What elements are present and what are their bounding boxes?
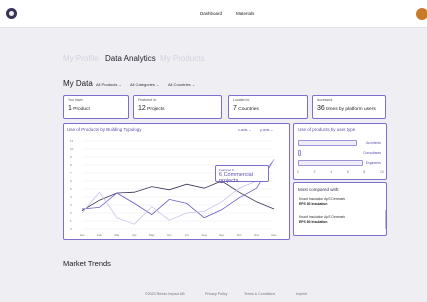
y-tick-label: 9 [70,155,72,159]
user-type-x-tick: 6 [346,170,349,174]
y-tick-label: 11 [70,139,73,143]
user-type-label: Engineers [365,161,381,165]
user-type-x-tick: 0 [297,170,299,174]
x-tick-label: Sep [219,233,225,237]
compared-item[interactable]: Knauf Insulation ApS Denmark EPS 80 Insu… [299,215,345,224]
user-type-bar [298,160,364,166]
user-type-label: Architects [366,141,381,145]
x-tick-label: Apr [132,233,137,237]
user-type-label: Consultants [363,151,381,155]
x-tick-label: Aug [202,233,208,237]
y-tick-label: 1 [70,219,72,223]
x-tick-label: Jan [80,233,85,237]
user-type-title: Use of products by user type [298,127,356,132]
tooltip-value: 6 Commercial projects [219,172,253,184]
tooltip-label: Featured In [219,167,235,172]
x-tick-label: Dec [271,233,277,237]
x-tick-label: Mar [114,233,119,237]
x-tick-label: Oct [237,233,242,237]
user-type-bar [298,140,358,146]
y-tick-label: 4 [70,195,72,199]
y-tick-label: 0 [70,227,72,231]
footer-terms-link[interactable]: Terms & Conditions [244,292,275,296]
y-tick-label: 3 [70,203,72,207]
chart-tooltip: Featured In 6 Commercial projects [215,165,269,184]
y-tick-label: 5 [70,187,72,191]
x-tick-label: Feb [97,233,103,237]
y-tick-label: 6 [70,179,72,183]
market-trends-title: Market Trends [63,259,111,268]
most-compared-title: Most compared with: [298,187,340,192]
y-tick-label: 10 [70,147,74,151]
y-tick-label: 7 [70,171,72,175]
y-tick-label: 2 [70,211,72,215]
footer-copyright: ©2023 Rendo Impact AB [145,292,185,296]
user-type-bar [298,150,301,156]
x-tick-label: Jul [185,233,189,237]
x-tick-label: Jun [167,233,172,237]
x-tick-label: Nov [254,233,260,237]
compared-item[interactable]: Knauf Insulation ApS Denmark EPS 80 Insu… [299,197,345,206]
x-tick-label: May [149,233,155,237]
user-type-x-tick: 10 [380,170,384,174]
user-type-x-tick: 8 [363,170,366,174]
footer-privacy-link[interactable]: Privacy Policy [205,292,227,296]
footer-imprint-link[interactable]: Imprint [296,292,307,296]
y-tick-label: 8 [70,163,72,167]
user-type-x-tick: 4 [330,170,333,174]
user-type-x-tick: 2 [313,170,316,174]
